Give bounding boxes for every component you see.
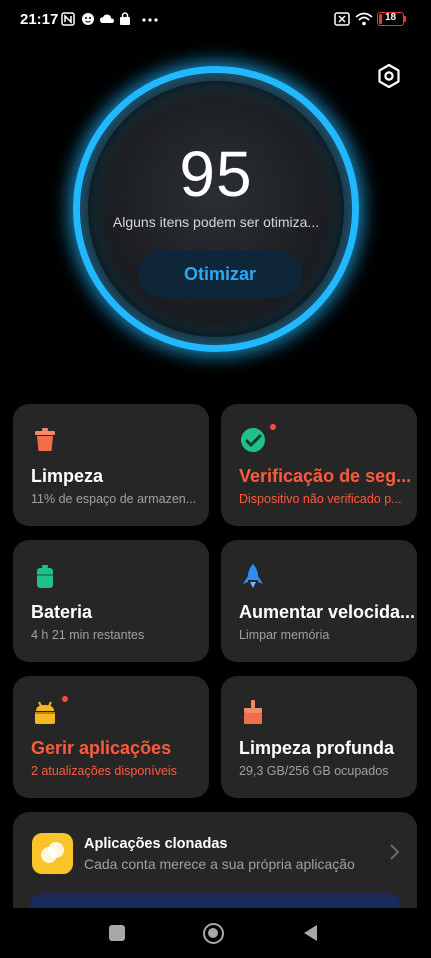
battery-level: 18	[384, 12, 397, 23]
battery-tip	[404, 16, 406, 22]
back-button[interactable]	[302, 924, 318, 942]
rocket-icon	[239, 562, 267, 590]
home-button-dot	[208, 928, 218, 938]
card-profunda-title: Limpeza profunda	[239, 738, 395, 758]
battery-indicator: 18	[377, 12, 404, 26]
navigation-bar	[0, 908, 431, 958]
face-icon	[81, 12, 95, 26]
brush-icon	[239, 698, 267, 726]
wifi-icon	[355, 12, 373, 26]
shield-check-icon	[239, 426, 267, 454]
score-value: 95	[179, 138, 253, 210]
card-verificacao-seguranca[interactable]: Verificação de seg... Dispositivo não ve…	[221, 404, 417, 526]
card-gerir-aplicacoes[interactable]: Gerir aplicações 2 atualizações disponív…	[13, 676, 209, 798]
recents-button[interactable]	[109, 925, 125, 941]
clone-subtitle: Cada conta merece a sua própria aplicaçã…	[84, 856, 355, 872]
card-limpeza[interactable]: Limpeza 11% de espaço de armazen...	[13, 404, 209, 526]
status-time: 21:17	[20, 11, 59, 28]
home-button[interactable]	[203, 923, 224, 944]
card-velocidade-title: Aumentar velocida...	[239, 602, 416, 622]
card-limpeza-subtitle: 11% de espaço de armazen...	[31, 492, 197, 506]
card-velocidade-subtitle: Limpar memória	[239, 628, 330, 642]
score-ring: 95 Alguns itens podem ser otimiza... Oti…	[73, 66, 359, 352]
lock-bag-icon	[119, 12, 131, 26]
card-seguranca-title: Verificação de seg...	[239, 466, 412, 486]
card-bateria-title: Bateria	[31, 602, 93, 622]
clone-app-icon	[32, 833, 73, 874]
card-aplicacoes-subtitle: 2 atualizações disponíveis	[31, 764, 177, 778]
card-aumentar-velocidade[interactable]: Aumentar velocida... Limpar memória	[221, 540, 417, 662]
android-box-icon	[31, 698, 59, 726]
trash-icon	[31, 426, 59, 454]
no-sim-icon	[334, 12, 350, 26]
notification-dot	[62, 696, 68, 702]
card-aplicacoes-title: Gerir aplicações	[31, 738, 172, 758]
cloud-icon	[99, 12, 115, 26]
settings-hexagon-icon[interactable]	[375, 62, 403, 90]
status-bar: 21:17 18	[0, 0, 431, 40]
chevron-right-icon	[387, 842, 401, 862]
notification-dot	[270, 424, 276, 430]
card-seguranca-subtitle: Dispositivo não verificado p...	[239, 492, 402, 506]
card-bateria[interactable]: Bateria 4 h 21 min restantes	[13, 540, 209, 662]
battery-icon	[31, 562, 59, 590]
score-description: Alguns itens podem ser otimiza...	[112, 214, 320, 230]
card-bateria-subtitle: 4 h 21 min restantes	[31, 628, 145, 642]
nfc-icon	[61, 12, 75, 26]
clone-title: Aplicações clonadas	[84, 836, 228, 852]
card-profunda-subtitle: 29,3 GB/256 GB ocupados	[239, 764, 389, 778]
card-limpeza-profunda[interactable]: Limpeza profunda 29,3 GB/256 GB ocupados	[221, 676, 417, 798]
more-notifications-icon	[142, 12, 158, 26]
optimize-button[interactable]: Otimizar	[138, 250, 302, 298]
card-limpeza-title: Limpeza	[31, 466, 104, 486]
